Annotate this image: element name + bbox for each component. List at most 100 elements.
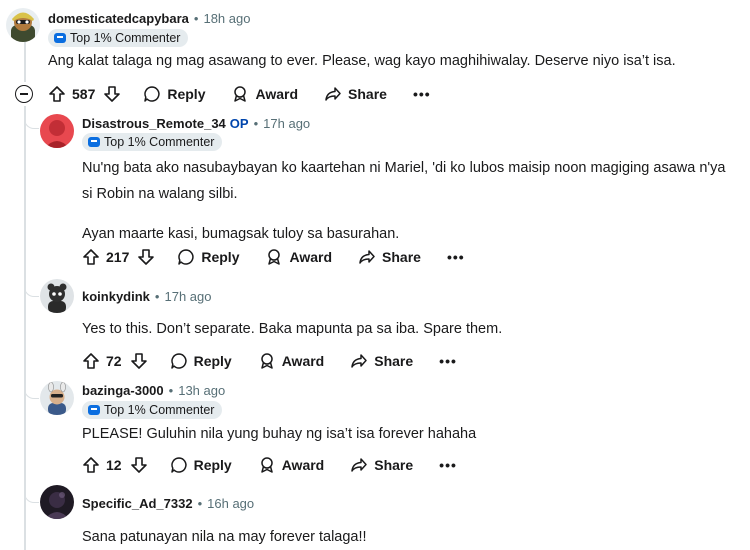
comment-meta: Disastrous_Remote_34 OP • 17h ago (82, 116, 310, 131)
user-flair: Top 1% Commenter (82, 401, 223, 419)
flair-label: Top 1% Commenter (104, 403, 215, 417)
comment-actions: 12 Reply Award Share ••• (82, 451, 457, 479)
comment-bubble-icon (170, 457, 187, 473)
commenter-badge-icon (88, 405, 100, 415)
comment-body: PLEASE! Guluhin nila yung buhay ng isa’t… (82, 421, 476, 447)
share-button[interactable]: Share (350, 352, 413, 370)
comment-actions: 217 Reply Award Share ••• (82, 243, 465, 271)
separator-dot: • (168, 383, 174, 398)
username[interactable]: domesticatedcapybara (48, 11, 189, 26)
comment-meta: domesticatedcapybara • 18h ago (48, 11, 250, 26)
vote-count: 587 (72, 86, 96, 102)
thread-line[interactable] (24, 42, 26, 82)
avatar[interactable] (6, 8, 40, 42)
vote-count: 12 (106, 457, 122, 473)
comment-bubble-icon (144, 86, 160, 102)
reply-button[interactable]: Reply (143, 85, 205, 103)
reply-button[interactable]: Reply (170, 456, 232, 474)
share-icon (351, 458, 367, 472)
separator-dot: • (253, 116, 259, 131)
share-button[interactable]: Share (324, 85, 387, 103)
username[interactable]: bazinga-3000 (82, 383, 164, 398)
upvote-icon[interactable] (48, 85, 66, 103)
thread-connector (24, 478, 39, 503)
separator-dot: • (154, 289, 160, 304)
reply-label: Reply (193, 353, 232, 369)
timestamp[interactable]: 17h ago (164, 289, 211, 304)
award-button[interactable]: Award (265, 248, 332, 266)
op-badge: OP (229, 116, 249, 131)
timestamp[interactable]: 13h ago (178, 383, 225, 398)
separator-dot: • (193, 11, 199, 26)
comment-actions: 72 Reply Award Share ••• (82, 347, 457, 375)
award-button[interactable]: Award (231, 85, 298, 103)
comment-body: Ang kalat talaga ng mag asawang to ever.… (48, 48, 676, 74)
more-options-button[interactable]: ••• (439, 353, 457, 369)
collapse-thread-button[interactable] (15, 85, 33, 103)
share-label: Share (382, 249, 421, 265)
comment-body-line: Yes to this. Don’t separate. Baka mapunt… (82, 321, 503, 337)
share-button[interactable]: Share (358, 248, 421, 266)
avatar[interactable] (40, 114, 74, 148)
upvote-icon[interactable] (82, 248, 100, 266)
comment-body-line: Nu'ng bata ako nasubaybayan ko kaartehan… (82, 160, 726, 176)
minus-icon (20, 93, 28, 95)
username[interactable]: koinkydink (82, 289, 150, 304)
more-options-button[interactable]: ••• (447, 249, 465, 265)
comment-body-line: Ang kalat talaga ng mag asawang to ever.… (48, 53, 676, 69)
comment-body-line: PLEASE! Guluhin nila yung buhay ng isa’t… (82, 426, 477, 442)
award-label: Award (255, 86, 299, 102)
comment-meta: Specific_Ad_7332 • 16h ago (82, 496, 254, 511)
separator-dot: • (197, 496, 203, 511)
share-label: Share (374, 457, 414, 473)
downvote-icon[interactable] (130, 352, 148, 370)
reply-button[interactable]: Reply (177, 248, 239, 266)
award-icon (268, 249, 281, 265)
comment-body-line (82, 207, 725, 221)
upvote-icon[interactable] (82, 352, 100, 370)
reply-label: Reply (193, 457, 232, 473)
more-options-button[interactable]: ••• (413, 86, 431, 102)
thread-connector (24, 270, 39, 297)
downvote-icon[interactable] (137, 248, 155, 266)
award-icon (260, 457, 273, 473)
timestamp[interactable]: 17h ago (263, 116, 310, 131)
flair-label: Top 1% Commenter (70, 31, 181, 45)
downvote-icon[interactable] (130, 456, 148, 474)
comment-meta: koinkydink • 17h ago (82, 289, 211, 304)
share-label: Share (348, 86, 387, 102)
avatar[interactable] (40, 485, 74, 519)
comment-bubble-icon (170, 353, 187, 369)
avatar[interactable] (40, 381, 74, 415)
timestamp[interactable]: 18h ago (203, 11, 250, 26)
comment-body: Yes to this. Don’t separate. Baka mapunt… (82, 316, 502, 342)
avatar[interactable] (40, 279, 74, 313)
user-flair: Top 1% Commenter (48, 29, 189, 47)
award-button[interactable]: Award (258, 456, 324, 474)
vote-count: 217 (106, 249, 130, 265)
upvote-icon[interactable] (82, 456, 100, 474)
comment-actions: 587 Reply Award Share ••• (48, 80, 431, 108)
more-options-button[interactable]: ••• (439, 457, 457, 473)
username[interactable]: Disastrous_Remote_34 (82, 116, 226, 131)
award-button[interactable]: Award (258, 352, 325, 370)
commenter-badge-icon (88, 137, 100, 147)
timestamp[interactable]: 16h ago (207, 496, 254, 511)
vote-controls: 217 (82, 248, 155, 266)
award-label: Award (281, 353, 325, 369)
award-label: Award (289, 249, 333, 265)
username[interactable]: Specific_Ad_7332 (82, 496, 193, 511)
vote-controls: 587 (48, 85, 121, 103)
user-flair: Top 1% Commenter (82, 133, 223, 151)
commenter-badge-icon (54, 33, 66, 43)
vote-controls: 12 (82, 456, 148, 474)
downvote-icon[interactable] (103, 85, 121, 103)
vote-controls: 72 (82, 352, 148, 370)
comment-bubble-icon (178, 249, 194, 265)
share-icon (359, 250, 375, 264)
share-label: Share (374, 353, 414, 369)
reply-button[interactable]: Reply (170, 352, 232, 370)
share-button[interactable]: Share (350, 456, 413, 474)
thread-connector (24, 374, 39, 399)
comment-body: Sana patunayan nila na may forever talag… (82, 524, 367, 550)
